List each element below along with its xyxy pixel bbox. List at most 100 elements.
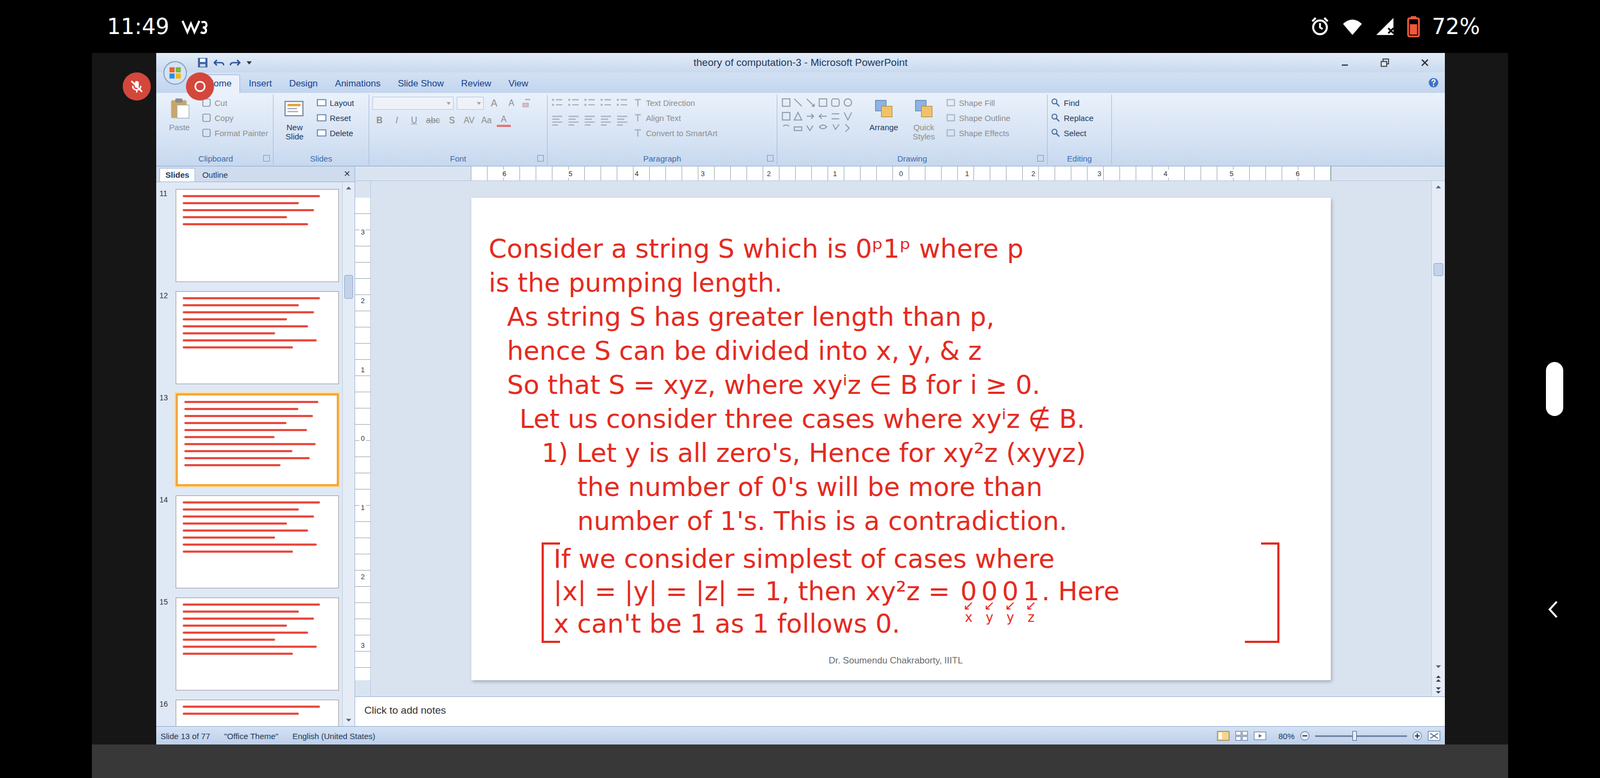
list-format-icon[interactable]: [550, 96, 564, 109]
scroll-up-icon[interactable]: [1435, 183, 1442, 191]
font-format-button[interactable]: A: [496, 114, 511, 128]
minimize-button[interactable]: [1324, 52, 1365, 73]
font-size-field[interactable]: [456, 96, 484, 110]
back-chevron-icon[interactable]: [1547, 600, 1560, 620]
font-format-button[interactable]: I: [389, 115, 404, 126]
font-format-button[interactable]: Aa: [479, 115, 494, 126]
group-label: Font: [372, 151, 544, 165]
zoom-out-icon[interactable]: [1300, 731, 1310, 742]
list-format-icon[interactable]: [567, 96, 580, 109]
grow-font-button[interactable]: A: [487, 97, 502, 110]
slides-button[interactable]: Reset: [316, 111, 355, 124]
align-icon[interactable]: [583, 114, 597, 126]
clipboard-button[interactable]: Format Painter: [201, 127, 269, 139]
office-button[interactable]: [162, 60, 188, 86]
ribbon-tab[interactable]: Animations: [326, 74, 390, 93]
ribbon-tab[interactable]: Slide Show: [389, 74, 453, 93]
dialog-launcher-icon[interactable]: [767, 155, 774, 162]
scroll-up-icon[interactable]: [345, 184, 352, 192]
notes-pane[interactable]: Click to add notes: [355, 696, 1445, 727]
drawing-large-button[interactable]: Arrange: [865, 96, 902, 132]
editing-button[interactable]: Select: [1050, 127, 1094, 139]
redo-icon[interactable]: [229, 57, 241, 69]
restore-button[interactable]: [1364, 52, 1405, 73]
next-slide-icon[interactable]: [1435, 686, 1442, 696]
recorder-mute-button[interactable]: [122, 72, 151, 101]
slide-thumbnail[interactable]: 13: [159, 393, 343, 487]
panel-tab[interactable]: Slides: [159, 168, 196, 182]
mic-off-icon: [128, 78, 145, 95]
clipboard-button[interactable]: Cut: [201, 96, 269, 109]
slide-counter: Slide 13 of 77: [160, 731, 211, 742]
slide-number: 15: [159, 597, 173, 607]
font-format-button[interactable]: abc: [424, 115, 442, 126]
panel-tab[interactable]: Outline: [196, 168, 235, 182]
ribbon-tab[interactable]: Design: [280, 74, 327, 93]
slide[interactable]: Consider a string S which is 0ᵖ1ᵖ where …: [471, 197, 1331, 681]
slide-thumbnail[interactable]: 12: [159, 291, 343, 385]
list-format-icon[interactable]: [615, 96, 629, 109]
recorder-record-button[interactable]: [185, 72, 215, 101]
slide-thumbnail[interactable]: 14: [159, 495, 343, 589]
zoom-in-icon[interactable]: [1412, 731, 1423, 742]
panel-scrollbar[interactable]: [342, 182, 355, 727]
editor-scrollbar[interactable]: [1431, 181, 1445, 697]
clipboard-button[interactable]: Copy: [201, 111, 269, 124]
list-format-icon[interactable]: [583, 96, 597, 109]
slide-thumbnail[interactable]: 11: [159, 189, 343, 283]
dialog-launcher-icon[interactable]: [537, 155, 544, 162]
paste-button[interactable]: Paste: [161, 96, 198, 132]
shape-format-button[interactable]: Shape Effects: [945, 127, 1011, 139]
font-format-button[interactable]: AV: [462, 115, 477, 126]
sorter-view-icon[interactable]: [1235, 730, 1249, 742]
slides-button[interactable]: Layout: [316, 96, 355, 109]
ribbon-tab[interactable]: Review: [452, 74, 500, 93]
undo-icon[interactable]: [213, 57, 225, 69]
font-name-field[interactable]: [372, 96, 454, 110]
language[interactable]: English (United States): [292, 731, 376, 742]
align-icon[interactable]: [567, 114, 580, 126]
customize-caret-icon[interactable]: [245, 56, 253, 69]
shrink-font-button[interactable]: A: [504, 97, 519, 109]
zoom-level[interactable]: 80%: [1278, 731, 1295, 742]
scroll-down-icon[interactable]: [1435, 663, 1442, 671]
close-button[interactable]: [1404, 52, 1445, 73]
font-format-button[interactable]: U: [407, 115, 422, 126]
new-slide-button[interactable]: New Slide: [276, 96, 313, 142]
previous-slide-icon[interactable]: [1435, 674, 1442, 684]
ribbon-tab[interactable]: Insert: [240, 74, 281, 93]
shape-format-button[interactable]: Shape Outline: [945, 111, 1011, 124]
paragraph-button[interactable]: Text Direction: [632, 96, 718, 109]
font-format-button[interactable]: S: [444, 115, 459, 126]
help-icon[interactable]: [1427, 76, 1440, 89]
slide-thumbnail[interactable]: 15: [159, 597, 343, 691]
zoom-slider[interactable]: [1315, 735, 1408, 738]
fit-window-icon[interactable]: [1427, 730, 1441, 742]
list-format-icon[interactable]: [599, 96, 613, 109]
dialog-launcher-icon[interactable]: [263, 155, 270, 162]
align-icon[interactable]: [550, 114, 564, 126]
tool-icon: [201, 112, 212, 123]
editing-button[interactable]: Find: [1050, 96, 1094, 109]
paragraph-button[interactable]: Convert to SmartArt: [632, 127, 718, 139]
ribbon-tab[interactable]: View: [500, 74, 538, 93]
scroll-handle[interactable]: [1545, 362, 1564, 417]
align-icon[interactable]: [615, 114, 629, 126]
drawing-large-button[interactable]: Quick Styles: [905, 96, 942, 142]
normal-view-icon[interactable]: [1216, 730, 1230, 742]
save-icon[interactable]: [197, 57, 209, 69]
scroll-down-icon[interactable]: [345, 717, 352, 724]
slide-thumbnail[interactable]: 16: [159, 700, 343, 727]
dialog-launcher-icon[interactable]: [1037, 155, 1044, 162]
slides-button[interactable]: Delete: [316, 127, 355, 139]
powerpoint-window: theory of computation-3 - Microsoft Powe…: [156, 52, 1445, 745]
slideshow-view-icon[interactable]: [1253, 730, 1267, 742]
panel-close-button[interactable]: ×: [343, 167, 351, 180]
clear-format-icon[interactable]: [521, 98, 532, 109]
shape-format-button[interactable]: Shape Fill: [945, 96, 1011, 109]
paragraph-button[interactable]: Align Text: [632, 111, 718, 124]
align-icon[interactable]: [599, 114, 613, 126]
font-format-button[interactable]: B: [372, 115, 387, 126]
editing-button[interactable]: Replace: [1050, 111, 1094, 124]
shapes-gallery-icon[interactable]: [780, 96, 862, 135]
